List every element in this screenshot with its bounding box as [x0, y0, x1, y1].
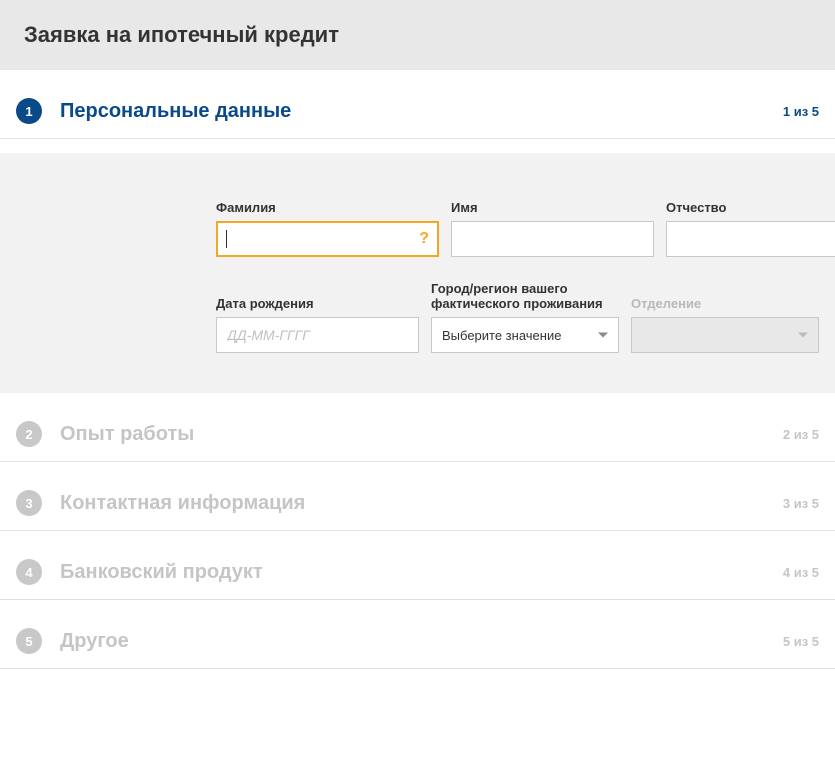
surname-input-wrapper: ? [216, 221, 439, 257]
name-group: Имя [451, 183, 654, 257]
region-select-value: Выберите значение [442, 328, 561, 343]
name-input[interactable] [451, 221, 654, 257]
step-header-2[interactable]: 2 Опыт работы 2 из 5 [0, 393, 835, 462]
step-title-5: Другое [60, 630, 783, 653]
step-title-2: Опыт работы [60, 423, 783, 446]
form-row-1: Фамилия ? Имя Отчество [16, 183, 819, 257]
step-badge-3: 3 [16, 490, 42, 516]
step-badge-4: 4 [16, 559, 42, 585]
step-badge-1: 1 [16, 98, 42, 124]
region-select[interactable]: Выберите значение [431, 317, 619, 353]
step-badge-5: 5 [16, 628, 42, 654]
patronymic-group: Отчество [666, 183, 835, 257]
step-title-3: Контактная информация [60, 492, 783, 515]
chevron-down-icon [798, 333, 808, 338]
surname-group: Фамилия ? [216, 183, 439, 257]
step-counter-5: 5 из 5 [783, 634, 819, 649]
step-title-1: Персональные данные [60, 100, 783, 123]
surname-input[interactable] [216, 221, 439, 257]
branch-label: Отделение [631, 279, 819, 311]
step-header-3[interactable]: 3 Контактная информация 3 из 5 [0, 462, 835, 531]
region-label: Город/регион вашего фактического прожива… [431, 279, 619, 311]
name-label: Имя [451, 183, 654, 215]
chevron-down-icon [598, 333, 608, 338]
patronymic-input[interactable] [666, 221, 835, 257]
step-header-1[interactable]: 1 Персональные данные 1 из 5 [0, 70, 835, 139]
patronymic-label: Отчество [666, 183, 835, 215]
step-counter-3: 3 из 5 [783, 496, 819, 511]
surname-label: Фамилия [216, 183, 439, 215]
text-cursor [226, 230, 227, 248]
branch-select [631, 317, 819, 353]
step-counter-2: 2 из 5 [783, 427, 819, 442]
branch-group: Отделение [631, 279, 819, 353]
help-icon[interactable]: ? [419, 230, 429, 248]
step-counter-4: 4 из 5 [783, 565, 819, 580]
personal-data-panel: Фамилия ? Имя Отчество Дата рождения Гор… [0, 153, 835, 393]
birthdate-input[interactable] [216, 317, 419, 353]
birthdate-label: Дата рождения [216, 279, 419, 311]
region-group: Город/регион вашего фактического прожива… [431, 279, 619, 353]
birthdate-group: Дата рождения [216, 279, 419, 353]
step-header-5[interactable]: 5 Другое 5 из 5 [0, 600, 835, 669]
step-header-4[interactable]: 4 Банковский продукт 4 из 5 [0, 531, 835, 600]
page-header: Заявка на ипотечный кредит [0, 0, 835, 70]
page-title: Заявка на ипотечный кредит [24, 22, 811, 48]
step-counter-1: 1 из 5 [783, 104, 819, 119]
step-title-4: Банковский продукт [60, 561, 783, 584]
step-badge-2: 2 [16, 421, 42, 447]
form-row-2: Дата рождения Город/регион вашего фактич… [16, 279, 819, 353]
